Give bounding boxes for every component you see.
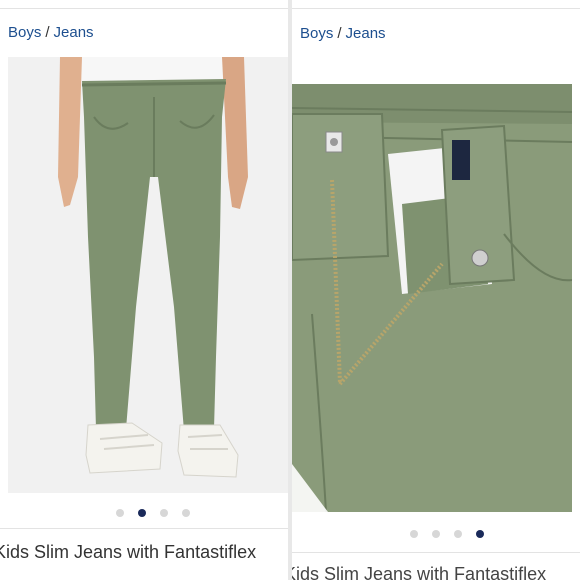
image-carousel-indicator bbox=[116, 509, 190, 517]
breadcrumb-boys-link[interactable]: Boys bbox=[300, 25, 333, 42]
product-image-front[interactable] bbox=[8, 57, 288, 493]
image-carousel-indicator bbox=[410, 530, 484, 538]
breadcrumb-jeans-link[interactable]: Jeans bbox=[346, 25, 386, 42]
carousel-dot-4[interactable] bbox=[476, 530, 484, 538]
section-divider bbox=[292, 552, 580, 553]
carousel-dot-2[interactable] bbox=[432, 530, 440, 538]
carousel-dot-3[interactable] bbox=[160, 509, 168, 517]
product-title[interactable]: Kids Slim Jeans with Fantastiflex bbox=[292, 564, 546, 580]
breadcrumb-boys-link[interactable]: Boys bbox=[8, 24, 41, 41]
product-card-left: Boys / Jeans Kids Slim Jeans with Fantasti… bbox=[0, 0, 288, 580]
product-card-right: Boys / Jeans Kids Slim Jeans with Fantas… bbox=[292, 0, 580, 580]
jeans-detail-illustration bbox=[292, 84, 572, 512]
breadcrumb-jeans-link[interactable]: Jeans bbox=[54, 24, 94, 41]
section-divider bbox=[0, 528, 288, 529]
carousel-dot-1[interactable] bbox=[116, 509, 124, 517]
product-image-detail[interactable] bbox=[292, 84, 572, 512]
carousel-dot-3[interactable] bbox=[454, 530, 462, 538]
top-divider bbox=[0, 8, 288, 9]
carousel-dot-1[interactable] bbox=[410, 530, 418, 538]
product-title[interactable]: Kids Slim Jeans with Fantastiflex bbox=[0, 542, 256, 563]
carousel-dot-2[interactable] bbox=[138, 509, 146, 517]
carousel-dot-4[interactable] bbox=[182, 509, 190, 517]
breadcrumb-separator: / bbox=[337, 25, 342, 42]
jeans-front-illustration bbox=[8, 57, 288, 493]
top-divider bbox=[292, 8, 580, 9]
breadcrumb-separator: / bbox=[45, 24, 50, 41]
breadcrumb: Boys / Jeans bbox=[8, 24, 94, 41]
breadcrumb: Boys / Jeans bbox=[300, 25, 386, 42]
